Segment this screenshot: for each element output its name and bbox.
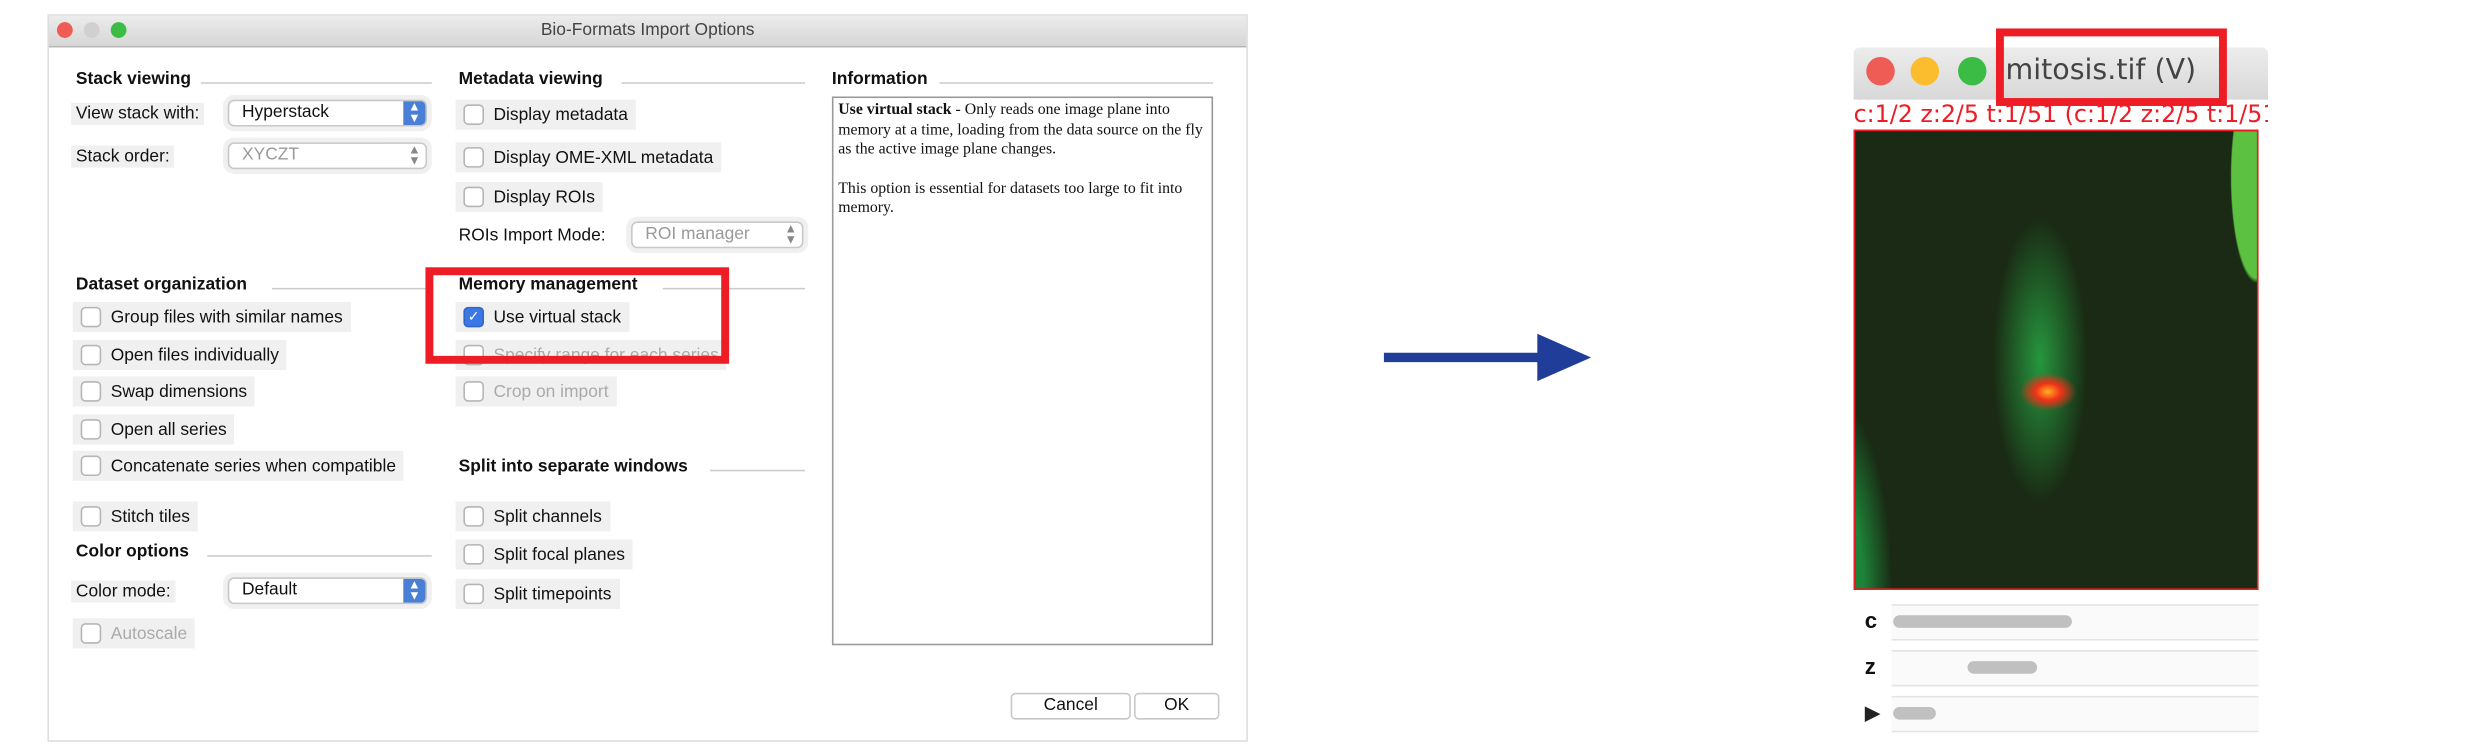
roi-mode-select[interactable]: ROI manager ▲ ▼	[631, 221, 804, 249]
checkbox-label: Open all series	[110, 419, 227, 439]
display-rois-checkbox[interactable]: Display ROIs	[455, 181, 603, 212]
display-metadata-checkbox[interactable]: Display metadata	[455, 99, 636, 130]
split-channels-checkbox[interactable]: Split channels	[455, 501, 610, 532]
stitch-tiles-checkbox[interactable]: Stitch tiles	[72, 501, 198, 532]
slider-thumb[interactable]	[1893, 615, 2072, 628]
checkbox-box	[463, 147, 484, 168]
chevron-updown-icon: ▲ ▼	[408, 142, 421, 168]
view-stack-label: View stack with:	[71, 102, 205, 125]
channel-slider[interactable]	[1891, 604, 2259, 641]
info-text-2: This option is essential for datasets to…	[838, 179, 1183, 217]
chevron-updown-icon: ▲ ▼	[784, 221, 798, 247]
close-icon[interactable]	[1866, 56, 1895, 86]
checkbox-box	[80, 455, 102, 477]
color-options-header: Color options	[75, 542, 190, 562]
divider	[272, 287, 432, 290]
color-mode-value: Default	[241, 580, 298, 600]
information-text: Use virtual stack - Only reads one image…	[831, 96, 1214, 646]
checkbox-box	[463, 583, 484, 605]
information-header: Information	[831, 69, 928, 89]
chevron-updown-icon: ▲ ▼	[403, 578, 426, 603]
split-header: Split into separate windows	[458, 457, 688, 477]
maximize-icon[interactable]	[1958, 56, 1987, 86]
info-bold-term: Use virtual stack	[838, 101, 952, 119]
checkbox-box	[463, 186, 484, 208]
split-focal-planes-checkbox[interactable]: Split focal planes	[455, 539, 633, 570]
title-bar: Bio-Formats Import Options	[49, 15, 1247, 48]
checkbox-box	[80, 623, 102, 644]
checkbox-label: Swap dimensions	[110, 381, 248, 401]
dialog-title: Bio-Formats Import Options	[540, 20, 755, 40]
autoscale-checkbox[interactable]: Autoscale	[72, 618, 196, 649]
checkbox-box	[80, 419, 102, 440]
ok-button[interactable]: OK	[1134, 692, 1220, 720]
checkbox-label: Split timepoints	[493, 584, 612, 604]
minimize-icon[interactable]	[1910, 56, 1940, 86]
concatenate-series-checkbox[interactable]: Concatenate series when compatible	[72, 450, 404, 481]
checkbox-box	[80, 506, 102, 527]
divider	[939, 82, 1214, 84]
color-mode-select[interactable]: Default ▲ ▼	[227, 577, 428, 605]
divider	[200, 82, 432, 84]
title-highlight-box	[1995, 28, 2227, 106]
stack-viewing-header: Stack viewing	[75, 69, 192, 89]
checkbox-label: Display OME-XML metadata	[493, 147, 714, 167]
slider-thumb[interactable]	[1967, 661, 2038, 674]
checkbox-box	[80, 381, 102, 402]
group-files-checkbox[interactable]: Group files with similar names	[72, 302, 351, 333]
stack-order-label: Stack order:	[71, 145, 175, 168]
checkbox-label: Group files with similar names	[110, 307, 343, 327]
open-individually-checkbox[interactable]: Open files individually	[72, 340, 287, 371]
stack-order-select[interactable]: XYCZT ▲ ▼	[227, 142, 428, 170]
z-slider[interactable]	[1891, 650, 2259, 687]
microscopy-image[interactable]	[1853, 129, 2259, 590]
checkbox-label: Display ROIs	[493, 187, 595, 207]
stack-order-value: XYCZT	[241, 145, 300, 165]
roi-mode-value: ROI manager	[645, 224, 750, 244]
arrow-right-icon	[1383, 333, 1592, 382]
checkbox-label: Open files individually	[110, 345, 279, 365]
view-stack-value: Hyperstack	[241, 102, 330, 122]
checkbox-box	[463, 381, 484, 402]
checkbox-box	[80, 306, 102, 328]
divider	[621, 82, 806, 84]
play-icon[interactable]: ▶	[1865, 701, 1881, 726]
checkbox-label: Autoscale	[110, 623, 188, 643]
open-all-series-checkbox[interactable]: Open all series	[72, 414, 235, 445]
checkbox-label: Crop on import	[493, 381, 609, 401]
roi-mode-label: ROIs Import Mode:	[453, 224, 611, 247]
slider-thumb[interactable]	[1893, 706, 1936, 720]
image-window: mitosis.tif (V) c:1/2 z:2/5 t:1/51 (c:1/…	[1853, 47, 2269, 743]
checkbox-box	[80, 344, 102, 366]
checkbox-box	[463, 544, 484, 565]
cancel-button[interactable]: Cancel	[1010, 692, 1131, 720]
divider	[207, 555, 432, 557]
split-timepoints-checkbox[interactable]: Split timepoints	[455, 578, 620, 609]
checkbox-label: Display metadata	[493, 105, 628, 125]
color-mode-label: Color mode:	[71, 580, 176, 603]
checkbox-label: Split focal planes	[493, 544, 626, 564]
checkbox-label: Split channels	[493, 506, 602, 526]
checkbox-box	[463, 104, 484, 125]
checkbox-label: Concatenate series when compatible	[110, 456, 397, 476]
crop-on-import-checkbox[interactable]: Crop on import	[455, 376, 617, 407]
divider	[710, 469, 806, 472]
display-ome-xml-checkbox[interactable]: Display OME-XML metadata	[455, 142, 722, 173]
import-options-dialog: Bio-Formats Import Options Stack viewing…	[47, 14, 1248, 742]
chevron-updown-icon: ▲ ▼	[403, 100, 426, 125]
view-stack-select[interactable]: Hyperstack ▲ ▼	[227, 99, 428, 127]
time-slider[interactable]	[1891, 695, 2259, 733]
checkbox-label: Stitch tiles	[110, 506, 191, 526]
slider-label-c: c	[1864, 607, 1878, 633]
highlight-box	[425, 267, 730, 364]
dataset-org-header: Dataset organization	[75, 275, 248, 295]
checkbox-box	[463, 506, 484, 527]
swap-dimensions-checkbox[interactable]: Swap dimensions	[72, 376, 255, 407]
slider-label-z: z	[1864, 653, 1876, 679]
metadata-header: Metadata viewing	[458, 69, 603, 89]
